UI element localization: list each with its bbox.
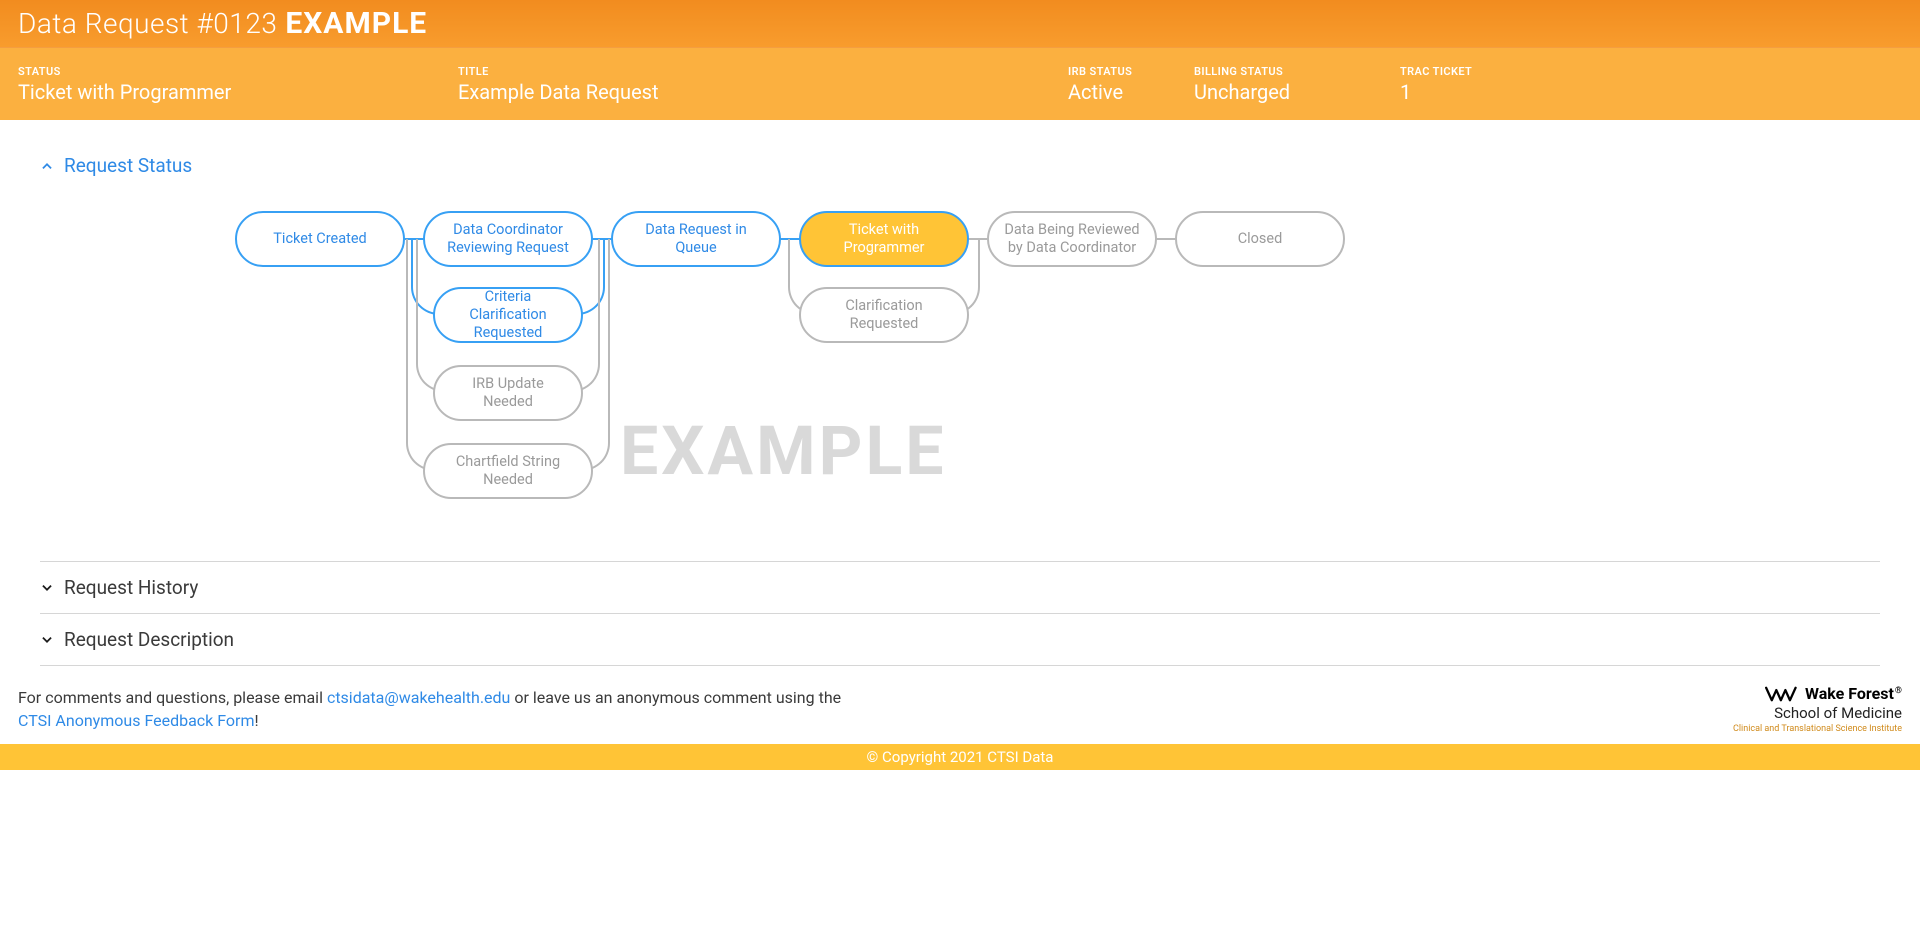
workflow-diagram: Ticket Created Data Coordinator Reviewin… xyxy=(40,211,1880,531)
request-status-heading: Request Status xyxy=(64,154,192,177)
header-bar: Data Request #0123 EXAMPLE xyxy=(0,0,1920,48)
footer: For comments and questions, please email… xyxy=(0,666,1920,744)
title-value: Example Data Request xyxy=(458,80,1068,104)
brand-name: Wake Forest® xyxy=(1805,684,1902,703)
node-clarification-requested: Clarification Requested xyxy=(799,287,969,343)
billing-status-label: BILLING STATUS xyxy=(1194,65,1400,78)
brand-sub: School of Medicine xyxy=(1733,704,1902,722)
trac-ticket-value: 1 xyxy=(1400,80,1520,104)
example-watermark: EXAMPLE xyxy=(620,411,947,491)
footer-email-link[interactable]: ctsidata@wakehealth.edu xyxy=(327,688,510,707)
request-description-heading: Request Description xyxy=(64,628,234,651)
node-ticket-created: Ticket Created xyxy=(235,211,405,267)
chevron-up-icon xyxy=(40,159,54,173)
node-data-coordinator-reviewing: Data Coordinator Reviewing Request xyxy=(423,211,593,267)
request-history-heading: Request History xyxy=(64,576,198,599)
request-description-toggle[interactable]: Request Description xyxy=(40,614,1880,665)
chevron-down-icon xyxy=(40,581,54,595)
footer-feedback-link[interactable]: CTSI Anonymous Feedback Form xyxy=(18,711,255,730)
billing-status-value: Uncharged xyxy=(1194,80,1400,104)
title-label: TITLE xyxy=(458,65,1068,78)
request-history-toggle[interactable]: Request History xyxy=(40,562,1880,613)
irb-status-label: IRB STATUS xyxy=(1068,65,1194,78)
page-title: Data Request #0123 xyxy=(18,7,277,40)
example-badge: EXAMPLE xyxy=(285,6,427,41)
chevron-down-icon xyxy=(40,633,54,647)
connector xyxy=(1155,238,1177,240)
request-status-toggle[interactable]: Request Status xyxy=(40,140,1880,191)
footer-text: For comments and questions, please email… xyxy=(18,686,841,732)
irb-status-value: Active xyxy=(1068,80,1194,104)
loop-connector xyxy=(406,239,610,471)
node-irb-update-needed: IRB Update Needed xyxy=(433,365,583,421)
status-label: STATUS xyxy=(18,65,458,78)
brand-tag: Clinical and Translational Science Insti… xyxy=(1733,724,1902,734)
node-chartfield-string-needed: Chartfield String Needed xyxy=(423,443,593,499)
info-bar: STATUS Ticket with Programmer TITLE Exam… xyxy=(0,48,1920,120)
copyright-bar: © Copyright 2021 CTSI Data xyxy=(0,744,1920,770)
brand-block: Wake Forest® School of Medicine Clinical… xyxy=(1733,684,1902,734)
node-data-being-reviewed: Data Being Reviewed by Data Coordinator xyxy=(987,211,1157,267)
node-criteria-clarification: Criteria Clarification Requested xyxy=(433,287,583,343)
node-closed: Closed xyxy=(1175,211,1345,267)
wake-forest-logo-icon xyxy=(1765,685,1799,703)
trac-ticket-label: TRAC TICKET xyxy=(1400,65,1520,78)
node-ticket-with-programmer: Ticket with Programmer xyxy=(799,211,969,267)
status-value: Ticket with Programmer xyxy=(18,80,458,104)
node-data-request-in-queue: Data Request in Queue xyxy=(611,211,781,267)
